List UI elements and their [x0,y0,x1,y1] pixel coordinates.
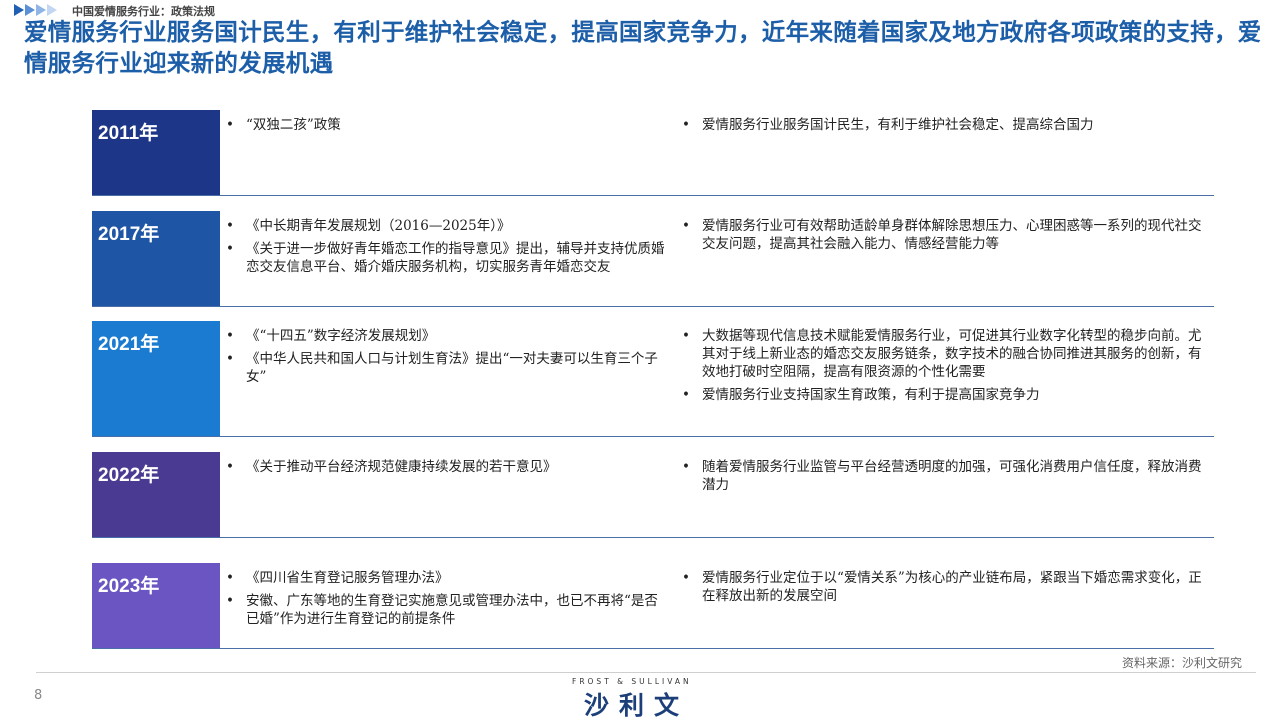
year-box: 2023年 [92,563,220,648]
source-note: 资料来源：沙利文研究 [1121,656,1242,670]
bullet-icon: • [226,218,234,234]
bullet-icon: • [682,218,690,234]
year-label: 2023年 [98,576,160,597]
brand-logo-text-en: FROST & SULLIVAN [572,677,692,686]
footer-divider [36,672,1256,673]
year-box: 2017年 [92,211,220,306]
bullet-icon: • [682,570,690,586]
impact-text: 随着爱情服务行业监管与平台经营透明度的加强，可强化消费用户信任度，释放消费潜力 [702,459,1202,493]
policy-list: • “双独二孩”政策 [226,116,666,139]
list-item: • 爱情服务行业可有效帮助适龄单身群体解除思想压力、心理困惑等一系列的现代社交交友… [682,217,1202,253]
list-item: • 大数据等现代信息技术赋能爱情服务行业，可促进其行业数字化转型的稳步向前。尤其对… [682,327,1202,381]
list-item: • 《中长期青年发展规划（2016—2025年）》 [226,217,666,235]
timeline-row: 2011年 • “双独二孩”政策 • 爱情服务行业服务国计民生，有利于维护社会稳定、… [92,110,1214,196]
year-label: 2017年 [98,224,160,245]
year-label: 2021年 [98,334,160,355]
impact-text: 爱情服务行业定位于以“爱情关系”为核心的产业链布局，紧跟当下婚恋需求变化，正在释… [702,570,1202,604]
bullet-icon: • [226,593,234,609]
timeline-row: 2022年 • 《关于推动平台经济规范健康持续发展的若干意见》 • 随着爱情服务行业… [92,452,1214,538]
year-box: 2021年 [92,321,220,436]
policy-text: 《中长期青年发展规划（2016—2025年）》 [246,218,511,234]
policy-text: 《关于进一步做好青年婚恋工作的指导意见》提出，辅导并支持优质婚恋交友信息平台、婚… [246,241,665,275]
brand-logo-text-cn: 沙利文 [584,691,690,720]
list-item: • 爱情服务行业支持国家生育政策，有利于提高国家竞争力 [682,386,1202,404]
page-title: 爱情服务行业服务国计民生，有利于维护社会稳定，提高国家竞争力，近年来随着国家及地… [24,18,1262,77]
list-item: • 爱情服务行业服务国计民生，有利于维护社会稳定、提高综合国力 [682,116,1202,134]
bullet-icon: • [226,241,234,257]
policy-text: 《中华人民共和国人口与计划生育法》提出“一对夫妻可以生育三个子女” [246,351,658,385]
impact-text: 爱情服务行业可有效帮助适龄单身群体解除思想压力、心理困惑等一系列的现代社交交友问… [702,218,1202,252]
bullet-icon: • [226,351,234,367]
year-box: 2011年 [92,110,220,195]
chevron-right-icon [36,4,46,16]
year-box: 2022年 [92,452,220,537]
policy-list: • 《四川省生育登记服务管理办法》 • 安徽、广东等地的生育登记实施意见或管理办法中… [226,569,666,633]
year-label: 2011年 [98,123,159,144]
impact-list: • 爱情服务行业定位于以“爱情关系”为核心的产业链布局，紧跟当下婚恋需求变化，正在… [682,569,1202,610]
bullet-icon: • [226,117,234,133]
impact-text: 爱情服务行业服务国计民生，有利于维护社会稳定、提高综合国力 [702,117,1094,133]
impact-text: 爱情服务行业支持国家生育政策，有利于提高国家竞争力 [702,387,1040,403]
list-item: • “双独二孩”政策 [226,116,666,134]
timeline-row: 2021年 • 《“十四五”数字经济发展规划》 • 《中华人民共和国人口与计划生育法… [92,321,1214,437]
chevron-right-icon [14,4,24,16]
list-item: • 《“十四五”数字经济发展规划》 [226,327,666,345]
list-item: • 《关于推动平台经济规范健康持续发展的若干意见》 [226,458,666,476]
list-item: • 爱情服务行业定位于以“爱情关系”为核心的产业链布局，紧跟当下婚恋需求变化，正在… [682,569,1202,605]
bullet-icon: • [226,570,234,586]
bullet-icon: • [682,117,690,133]
bullet-icon: • [226,328,234,344]
list-item: • 安徽、广东等地的生育登记实施意见或管理办法中，也已不再将“是否已婚”作为进行生… [226,592,666,628]
page-number: 8 [34,688,43,703]
list-item: • 《中华人民共和国人口与计划生育法》提出“一对夫妻可以生育三个子女” [226,350,666,386]
bullet-icon: • [682,328,690,344]
policy-text: 《“十四五”数字经济发展规划》 [246,328,436,344]
year-label: 2022年 [98,465,160,486]
policy-text: 《四川省生育登记服务管理办法》 [246,570,449,586]
policy-text: “双独二孩”政策 [246,117,341,133]
impact-text: 大数据等现代信息技术赋能爱情服务行业，可促进其行业数字化转型的稳步向前。尤其对于… [702,328,1202,380]
bullet-icon: • [226,459,234,475]
bullet-icon: • [682,459,690,475]
impact-list: • 爱情服务行业可有效帮助适龄单身群体解除思想压力、心理困惑等一系列的现代社交交友… [682,217,1202,258]
chevron-right-icon [47,4,57,16]
timeline-row: 2023年 • 《四川省生育登记服务管理办法》 • 安徽、广东等地的生育登记实施意见… [92,563,1214,649]
impact-list: • 爱情服务行业服务国计民生，有利于维护社会稳定、提高综合国力 [682,116,1202,139]
bullet-icon: • [682,387,690,403]
policy-list: • 《关于推动平台经济规范健康持续发展的若干意见》 [226,458,666,481]
list-item: • 《四川省生育登记服务管理办法》 [226,569,666,587]
list-item: • 随着爱情服务行业监管与平台经营透明度的加强，可强化消费用户信任度，释放消费潜力 [682,458,1202,494]
timeline-row: 2017年 • 《中长期青年发展规划（2016—2025年）》 • 《关于进一步做好… [92,211,1214,307]
breadcrumb-chevrons-icon [14,4,58,16]
list-item: • 《关于进一步做好青年婚恋工作的指导意见》提出，辅导并支持优质婚恋交友信息平台、… [226,240,666,276]
policy-text: 《关于推动平台经济规范健康持续发展的若干意见》 [246,459,557,475]
impact-list: • 随着爱情服务行业监管与平台经营透明度的加强，可强化消费用户信任度，释放消费潜力 [682,458,1202,499]
policy-text: 安徽、广东等地的生育登记实施意见或管理办法中，也已不再将“是否已婚”作为进行生育… [246,593,658,627]
policy-list: • 《“十四五”数字经济发展规划》 • 《中华人民共和国人口与计划生育法》提出“一对… [226,327,666,391]
chevron-right-icon [25,4,35,16]
policy-list: • 《中长期青年发展规划（2016—2025年）》 • 《关于进一步做好青年婚恋工作… [226,217,666,281]
impact-list: • 大数据等现代信息技术赋能爱情服务行业，可促进其行业数字化转型的稳步向前。尤其对… [682,327,1202,409]
